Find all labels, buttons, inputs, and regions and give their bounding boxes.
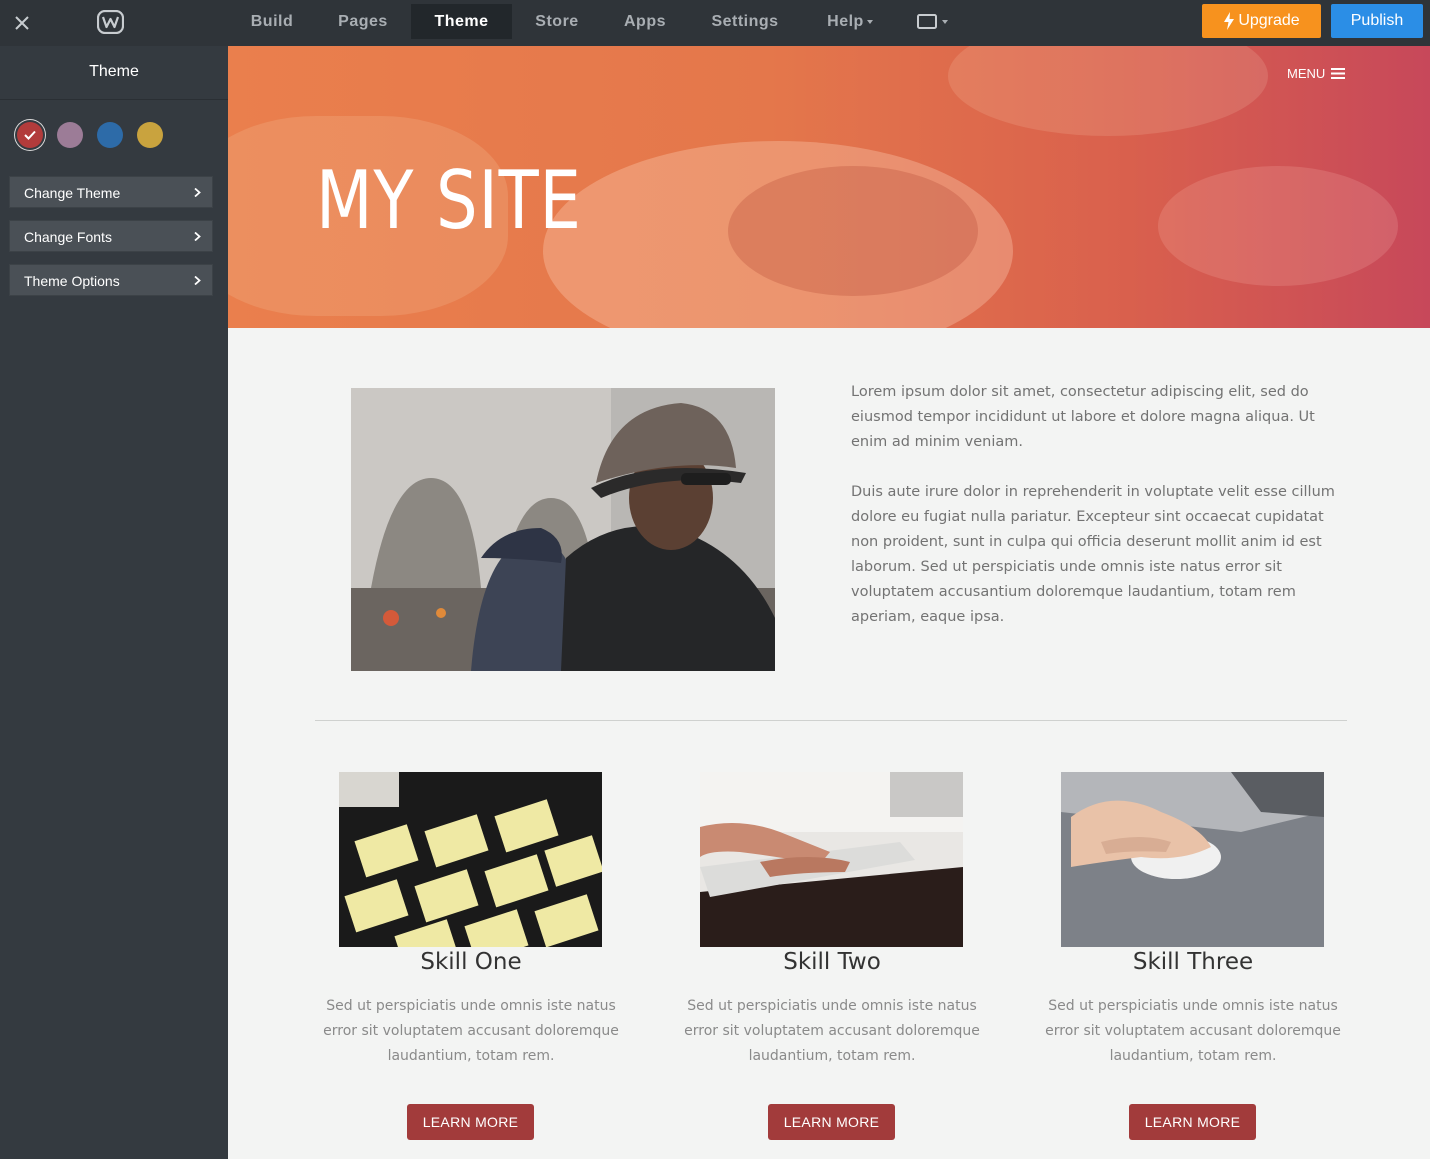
color-swatch-red[interactable]: [17, 122, 43, 148]
theme-options-label: Theme Options: [24, 273, 120, 289]
chevron-right-icon: [194, 232, 201, 241]
site-menu-button[interactable]: MENU: [1287, 66, 1346, 81]
skill-image[interactable]: [339, 772, 602, 947]
change-fonts-button[interactable]: Change Fonts: [9, 220, 213, 252]
hero-food-shape: [728, 166, 978, 296]
sticky-notes-photo: [339, 772, 602, 947]
skill-description[interactable]: Sed ut perspiciatis unde omnis iste natu…: [1043, 994, 1343, 1069]
site-menu-label: MENU: [1287, 66, 1326, 81]
site-title[interactable]: MY SITE: [316, 154, 582, 247]
desktop-icon: [917, 13, 937, 29]
mouse-hand-photo: [1061, 772, 1324, 947]
section-divider: [315, 720, 1347, 721]
about-photo[interactable]: [351, 388, 775, 671]
skill-title[interactable]: Skill Two: [682, 949, 982, 975]
close-icon: [15, 16, 29, 30]
about-paragraph[interactable]: Lorem ipsum dolor sit amet, consectetur …: [851, 380, 1351, 455]
tab-help[interactable]: Help: [815, 4, 885, 39]
chevron-right-icon: [194, 276, 201, 285]
checkmark-icon: [24, 130, 36, 140]
change-theme-button[interactable]: Change Theme: [9, 176, 213, 208]
skill-title[interactable]: Skill Three: [1043, 949, 1343, 975]
chevron-down-icon: [866, 19, 873, 24]
theme-options-button[interactable]: Theme Options: [9, 264, 213, 296]
tab-store[interactable]: Store: [517, 4, 597, 39]
weebly-logo-icon: [97, 10, 124, 34]
device-preview-toggle[interactable]: [905, 4, 960, 39]
tab-theme[interactable]: Theme: [411, 4, 512, 39]
upgrade-button[interactable]: Upgrade: [1202, 4, 1321, 38]
hero-banner: MY SITE MENU: [228, 46, 1430, 328]
color-swatch-blue[interactable]: [97, 122, 123, 148]
tab-build[interactable]: Build: [232, 4, 312, 39]
about-paragraph[interactable]: Duis aute irure dolor in reprehenderit i…: [851, 480, 1351, 630]
tab-pages[interactable]: Pages: [323, 4, 403, 39]
sidebar-title: Theme: [0, 46, 228, 100]
tab-help-label: Help: [827, 13, 864, 30]
upgrade-label: Upgrade: [1238, 12, 1300, 29]
close-editor-button[interactable]: [0, 0, 44, 46]
chevron-right-icon: [194, 188, 201, 197]
hamburger-icon: [1331, 68, 1346, 79]
learn-more-button[interactable]: LEARN MORE: [1129, 1104, 1256, 1140]
tab-apps[interactable]: Apps: [605, 4, 685, 39]
learn-more-button[interactable]: LEARN MORE: [768, 1104, 895, 1140]
tab-settings[interactable]: Settings: [700, 4, 790, 39]
man-in-hat-photo: [351, 388, 775, 671]
keyboard-typing-photo: [700, 772, 963, 947]
site-preview: MY SITE MENU Lorem ipsum dolor sit amet,…: [228, 46, 1430, 1159]
publish-button[interactable]: Publish: [1331, 4, 1423, 38]
skill-description[interactable]: Sed ut perspiciatis unde omnis iste natu…: [682, 994, 982, 1069]
skill-image[interactable]: [700, 772, 963, 947]
color-swatch-mauve[interactable]: [57, 122, 83, 148]
change-fonts-label: Change Fonts: [24, 229, 112, 245]
skill-description[interactable]: Sed ut perspiciatis unde omnis iste natu…: [321, 994, 621, 1069]
learn-more-button[interactable]: LEARN MORE: [407, 1104, 534, 1140]
theme-sidebar: Theme Change Theme Change Fonts Theme Op…: [0, 46, 228, 1159]
hero-hand-shape: [1158, 166, 1398, 286]
top-toolbar: Build Pages Theme Store Apps Settings He…: [0, 0, 1430, 46]
chevron-down-icon: [942, 19, 948, 24]
change-theme-label: Change Theme: [24, 185, 121, 201]
color-swatch-gold[interactable]: [137, 122, 163, 148]
lightning-icon: [1224, 12, 1235, 30]
skill-image[interactable]: [1061, 772, 1324, 947]
skill-title[interactable]: Skill One: [321, 949, 621, 975]
about-text: Lorem ipsum dolor sit amet, consectetur …: [851, 380, 1351, 655]
